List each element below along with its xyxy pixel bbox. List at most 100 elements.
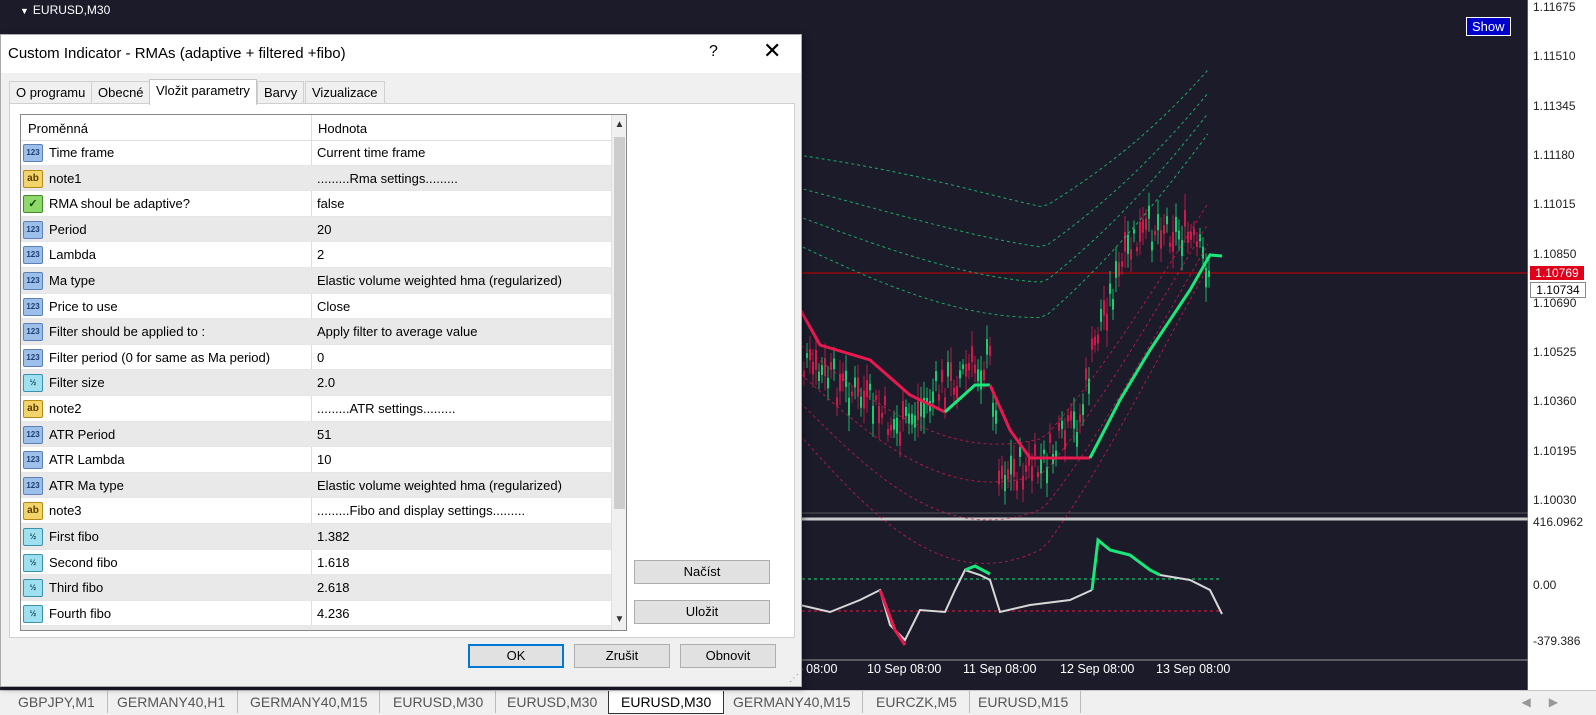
load-button[interactable]: Načíst xyxy=(634,560,770,584)
resize-grip-icon[interactable]: ⋰ xyxy=(789,673,799,684)
parameter-value[interactable]: .........ATR settings......... xyxy=(317,401,455,416)
parameter-value[interactable]: Apply filter to average value xyxy=(317,324,477,339)
indicator-tick-label: 416.0962 xyxy=(1533,515,1584,529)
parameter-value[interactable]: 1.382 xyxy=(317,529,350,544)
parameter-value[interactable]: 2.0 xyxy=(317,375,335,390)
candle-body xyxy=(857,377,859,397)
tab-nav-arrows[interactable]: ◀▶ xyxy=(1522,691,1576,713)
chart-tab-bar: GBPJPY,M1 GERMANY40,H1 GERMANY40,M15 EURUSD… xyxy=(0,690,1596,715)
chart-tab[interactable]: EURUSD,M30 xyxy=(495,691,611,713)
parameter-value[interactable]: .........Fibo and display settings......… xyxy=(317,503,525,518)
help-button[interactable]: ? xyxy=(709,43,718,61)
parameter-row[interactable]: ab note3 .........Fibo and display setting… xyxy=(21,498,611,524)
parameter-value[interactable]: 1.618 xyxy=(317,555,350,570)
parameter-row[interactable]: ½ Filter size 2.0 xyxy=(21,370,611,396)
cancel-button[interactable]: Zrušit xyxy=(574,644,670,668)
rma-line-bear xyxy=(790,294,946,414)
save-button[interactable]: Uložit xyxy=(634,600,770,624)
chart-tab[interactable]: GERMANY40,H1 xyxy=(105,691,239,713)
candle-body xyxy=(1163,225,1165,234)
scroll-down-icon[interactable]: ▼ xyxy=(612,612,626,628)
chart-tab[interactable]: GERMANY40,M15 xyxy=(238,691,381,713)
parameter-row[interactable]: 123 Filter should be applied to : Apply fi… xyxy=(21,319,611,345)
parameter-row[interactable]: 123 Period 20 xyxy=(21,216,611,243)
parameter-value[interactable]: 2 xyxy=(317,247,324,262)
parameter-value[interactable]: 10 xyxy=(317,452,331,467)
parameter-value[interactable]: 0 xyxy=(317,350,324,365)
price-tick-label: 1.11180 xyxy=(1533,147,1575,162)
parameter-row[interactable]: ½ Third fibo 2.618 xyxy=(21,575,611,601)
parameter-value[interactable]: 4.236 xyxy=(317,606,350,621)
parameter-row[interactable]: 123 ATR Ma type Elastic volume weighted hm… xyxy=(21,472,611,499)
candle-body xyxy=(1100,308,1102,322)
parameter-row[interactable]: 123 Lambda 2 xyxy=(21,242,611,268)
tab-o-programu[interactable]: O programu xyxy=(9,81,93,104)
parameter-row[interactable]: 123 ATR Period 51 xyxy=(21,421,611,448)
parameter-row[interactable]: 123 Time frame Current time frame xyxy=(21,140,611,166)
candle-body xyxy=(914,415,916,428)
grid-scrollbar[interactable]: ▲ ▼ xyxy=(611,115,626,630)
chart-tab[interactable]: EURUSD,M15 xyxy=(966,691,1082,713)
indicator-line-bear xyxy=(878,589,907,646)
candle-body xyxy=(1010,455,1012,475)
show-button[interactable]: Show xyxy=(1466,17,1511,36)
parameter-row[interactable]: ½ Fourth fibo 4.236 xyxy=(21,601,611,627)
candle-body xyxy=(815,349,817,370)
candle-body xyxy=(1160,230,1162,249)
scroll-left-icon[interactable]: ◀ xyxy=(1522,695,1549,709)
parameter-name: RMA shoul be adaptive? xyxy=(49,196,190,212)
parameter-row[interactable]: 123 Filter period (0 for same as Ma perio… xyxy=(21,345,611,371)
parameter-row[interactable]: ✓ RMA shoul be adaptive? false xyxy=(21,191,611,217)
parameter-row[interactable]: ½ Second fibo 1.618 xyxy=(21,550,611,576)
scroll-right-icon[interactable]: ▶ xyxy=(1549,695,1576,709)
header-variable[interactable]: Proměnná xyxy=(28,121,88,136)
tab-barvy[interactable]: Barvy xyxy=(257,81,305,104)
dialog-titlebar[interactable]: Custom Indicator - RMAs (adaptive + filt… xyxy=(1,35,801,73)
close-button[interactable]: ✕ xyxy=(763,40,781,62)
reset-button[interactable]: Obnovit xyxy=(680,644,776,668)
parameter-row[interactable]: 123 Price to use Close xyxy=(21,294,611,320)
candle-body xyxy=(1109,283,1111,294)
scroll-up-icon[interactable]: ▲ xyxy=(612,117,626,133)
candle-body xyxy=(1058,422,1060,431)
chart-tab[interactable]: GBPJPY,M1 xyxy=(6,691,108,713)
header-value[interactable]: Hodnota xyxy=(318,121,367,136)
parameter-value[interactable]: 20 xyxy=(317,222,331,237)
chart-tab[interactable]: GERMANY40,M15 xyxy=(721,691,864,713)
candle-body xyxy=(1151,241,1153,251)
tab-obecné[interactable]: Obecné xyxy=(91,81,151,104)
parameter-value[interactable]: Elastic volume weighted hma (regularized… xyxy=(317,273,562,288)
parameter-name: note1 xyxy=(49,170,82,186)
parameter-value[interactable]: .........Rma settings......... xyxy=(317,171,458,186)
parameter-value[interactable]: Current time frame xyxy=(317,145,425,160)
double-type-icon: ½ xyxy=(23,374,43,393)
parameter-value[interactable]: 2.618 xyxy=(317,580,350,595)
candle-body xyxy=(809,349,811,361)
candle-body xyxy=(1187,231,1189,243)
tab-vložit-parametry[interactable]: Vložit parametry xyxy=(149,79,257,105)
parameter-row[interactable]: ab note1 .........Rma settings......... xyxy=(21,165,611,192)
parameter-value[interactable]: Elastic volume weighted hma (regularized… xyxy=(317,478,562,493)
candle-body xyxy=(875,395,877,400)
candle-body xyxy=(1157,214,1159,231)
parameter-row[interactable]: ½ First fibo 1.382 xyxy=(21,523,611,550)
candle-body xyxy=(1025,465,1027,472)
dropdown-triangle-icon[interactable]: ▼ xyxy=(20,6,29,16)
parameters-grid[interactable]: Proměnná Hodnota 123 Time frame Current ti… xyxy=(20,114,627,631)
chart-tab[interactable]: EURCZK,M5 xyxy=(864,691,970,713)
chart-tab[interactable]: EURUSD,M30 xyxy=(381,691,497,713)
parameter-value[interactable]: Close xyxy=(317,299,350,314)
scroll-thumb[interactable] xyxy=(614,137,625,509)
tab-vizualizace[interactable]: Vizualizace xyxy=(305,81,385,104)
chart-tab[interactable]: EURUSD,M30 xyxy=(608,691,725,714)
parameter-row[interactable]: ab note2 .........ATR settings......... xyxy=(21,396,611,422)
parameter-value[interactable]: 51 xyxy=(317,427,331,442)
parameter-value[interactable]: false xyxy=(317,196,344,211)
parameter-row[interactable]: 123 Ma type Elastic volume weighted hma (r… xyxy=(21,267,611,294)
parameter-row[interactable]: 123Channel line width0 xyxy=(21,626,611,630)
candle-body xyxy=(887,428,889,436)
candle-body xyxy=(1061,420,1063,429)
parameter-row[interactable]: 123 ATR Lambda 10 xyxy=(21,447,611,473)
ok-button[interactable]: OK xyxy=(468,644,564,668)
candle-body xyxy=(1064,430,1066,450)
